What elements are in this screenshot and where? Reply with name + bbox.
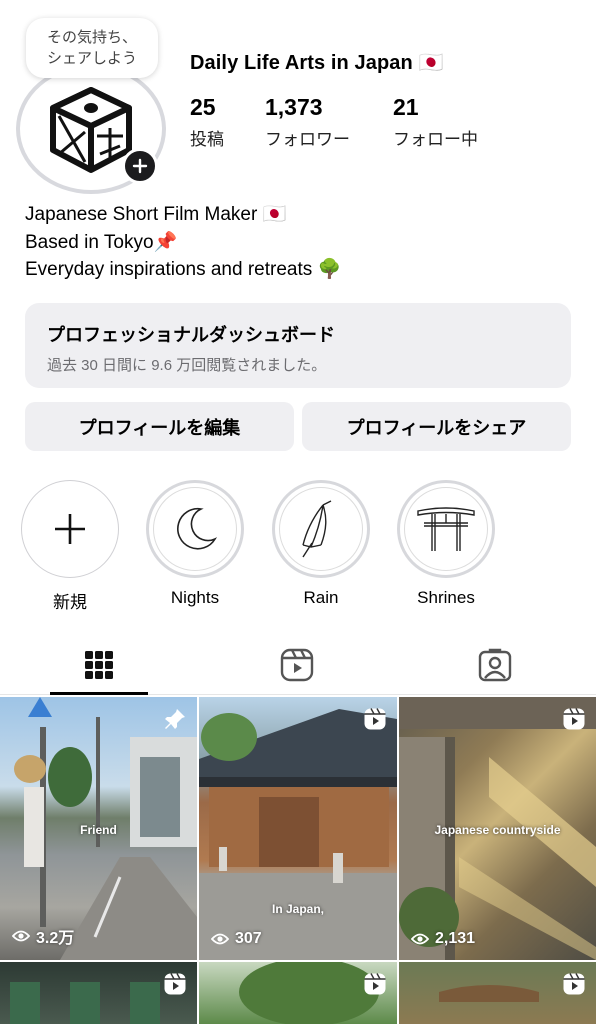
reel-icon	[163, 972, 187, 1001]
post-views-count: 307	[235, 930, 262, 947]
followers-count: 1,373	[265, 94, 323, 120]
highlight-nights[interactable]: Nights	[146, 480, 244, 608]
post-caption: Friend	[80, 823, 117, 837]
following-label: フォロー中	[393, 130, 478, 149]
highlight-circle	[272, 480, 370, 578]
posts-count: 25	[190, 94, 216, 120]
followers-stat[interactable]: 1,373 フォロワー	[265, 94, 350, 150]
highlight-shrines[interactable]: Shrines	[397, 480, 495, 608]
note-bubble[interactable]: その気持ち、 シェアしよう	[26, 18, 158, 78]
highlight-circle	[21, 480, 119, 578]
note-line-2: シェアしよう	[46, 50, 137, 67]
tab-grid[interactable]	[0, 635, 198, 695]
highlight-rain[interactable]: Rain	[272, 480, 370, 608]
post-thumbnail[interactable]	[199, 962, 397, 1024]
following-stat[interactable]: 21 フォロー中	[393, 94, 478, 150]
dashboard-title: プロフェッショナルダッシュボード	[47, 325, 335, 345]
moon-icon	[177, 507, 218, 550]
bio: Japanese Short Film Maker 🇯🇵 Based in To…	[25, 201, 341, 284]
post-caption: Japanese countryside	[434, 823, 561, 837]
post-thumbnail[interactable]: Friend 3.2万	[0, 697, 197, 960]
highlight-new[interactable]: 新規	[21, 480, 119, 613]
reel-icon	[363, 707, 387, 736]
torii-icon	[417, 507, 475, 551]
highlight-inner	[153, 487, 237, 571]
highlight-label: 新規	[53, 593, 87, 612]
pin-icon	[163, 707, 187, 736]
bio-line: Everyday inspirations and retreats 🌳	[25, 259, 342, 280]
bio-line: Based in Tokyo📌	[25, 231, 178, 253]
reel-icon	[363, 972, 387, 1001]
following-count: 21	[393, 94, 419, 120]
dashboard-subtitle: 過去 30 日間に 9.6 万回閲覧されました。	[47, 357, 327, 374]
tab-reels[interactable]	[198, 635, 396, 695]
post-thumbnail[interactable]: Japanese countryside 2,131	[399, 697, 596, 960]
note-line-1: その気持ち、	[46, 29, 137, 46]
highlight-label: Rain	[303, 588, 339, 607]
edit-profile-button[interactable]: プロフィールを編集	[25, 402, 294, 451]
post-views: 307	[211, 930, 262, 948]
share-profile-button[interactable]: プロフィールをシェア	[302, 402, 571, 451]
posts-stat[interactable]: 25 投稿	[190, 94, 224, 150]
post-caption: In Japan,	[271, 902, 324, 916]
post-views-count: 3.2万	[36, 930, 75, 947]
post-image	[199, 709, 397, 960]
eye-icon	[211, 933, 229, 945]
reels-icon	[280, 648, 314, 682]
posts-label: 投稿	[190, 130, 224, 149]
tagged-icon	[478, 648, 512, 682]
professional-dashboard[interactable]: プロフェッショナルダッシュボード 過去 30 日間に 9.6 万回閲覧されました…	[25, 303, 571, 388]
highlight-circle	[146, 480, 244, 578]
grid-icon	[85, 651, 113, 679]
tab-active-indicator	[50, 692, 148, 695]
post-thumbnail[interactable]	[0, 962, 197, 1024]
reel-icon	[562, 972, 586, 1001]
eye-icon	[411, 933, 429, 945]
post-thumbnail[interactable]	[399, 962, 596, 1024]
highlight-label: Shrines	[417, 588, 475, 607]
reel-icon	[562, 707, 586, 736]
eye-icon	[12, 930, 30, 942]
post-views-count: 2,131	[435, 930, 476, 947]
umbrella-icon	[302, 500, 332, 558]
plus-icon	[132, 158, 148, 174]
post-thumbnail[interactable]: In Japan, 307	[199, 697, 397, 960]
followers-label: フォロワー	[265, 130, 350, 149]
plus-icon	[55, 514, 85, 544]
highlight-inner	[404, 487, 488, 571]
post-views: 3.2万	[12, 924, 74, 948]
highlight-inner	[279, 487, 363, 571]
bio-line: Japanese Short Film Maker 🇯🇵	[25, 204, 287, 225]
highlight-circle	[397, 480, 495, 578]
highlight-label: Nights	[170, 588, 220, 607]
add-story-button[interactable]	[122, 148, 158, 184]
tab-tagged[interactable]	[396, 635, 594, 695]
profile-tabs	[0, 635, 596, 695]
post-views: 2,131	[411, 930, 475, 948]
profile-name: Daily Life Arts in Japan 🇯🇵	[190, 52, 444, 74]
